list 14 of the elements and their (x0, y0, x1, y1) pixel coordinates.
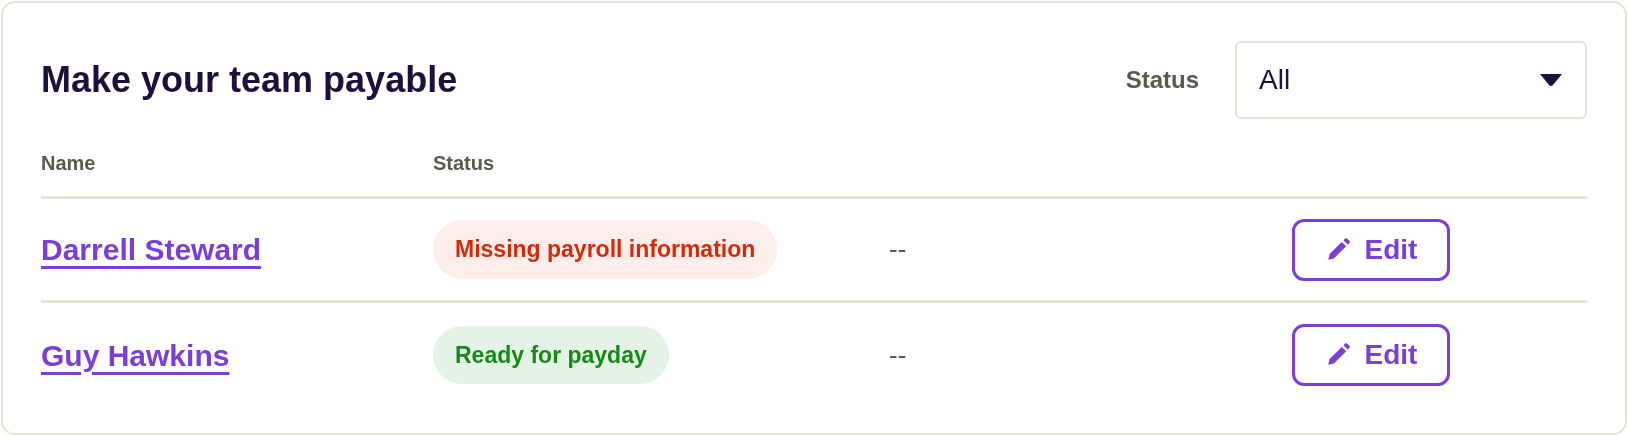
employee-name-link[interactable]: Darrell Steward (41, 227, 433, 272)
status-badge: Missing payroll information (433, 220, 778, 279)
page-title: Make your team payable (41, 58, 458, 102)
edit-button[interactable]: Edit (1292, 324, 1450, 386)
table-cell-text: -- (889, 338, 908, 372)
column-header: Status (433, 150, 495, 176)
filter-label: Status (1125, 65, 1199, 95)
table-cell-text: -- (889, 233, 908, 266)
status-dropdown[interactable]: All (1235, 41, 1587, 119)
caret-icon (1539, 73, 1563, 87)
column-header: Name (41, 150, 97, 176)
employee-name-link[interactable]: Guy Hawkins (41, 332, 433, 378)
status-badge: Ready for payday (433, 325, 669, 385)
edit-button[interactable]: Edit (1292, 218, 1450, 281)
